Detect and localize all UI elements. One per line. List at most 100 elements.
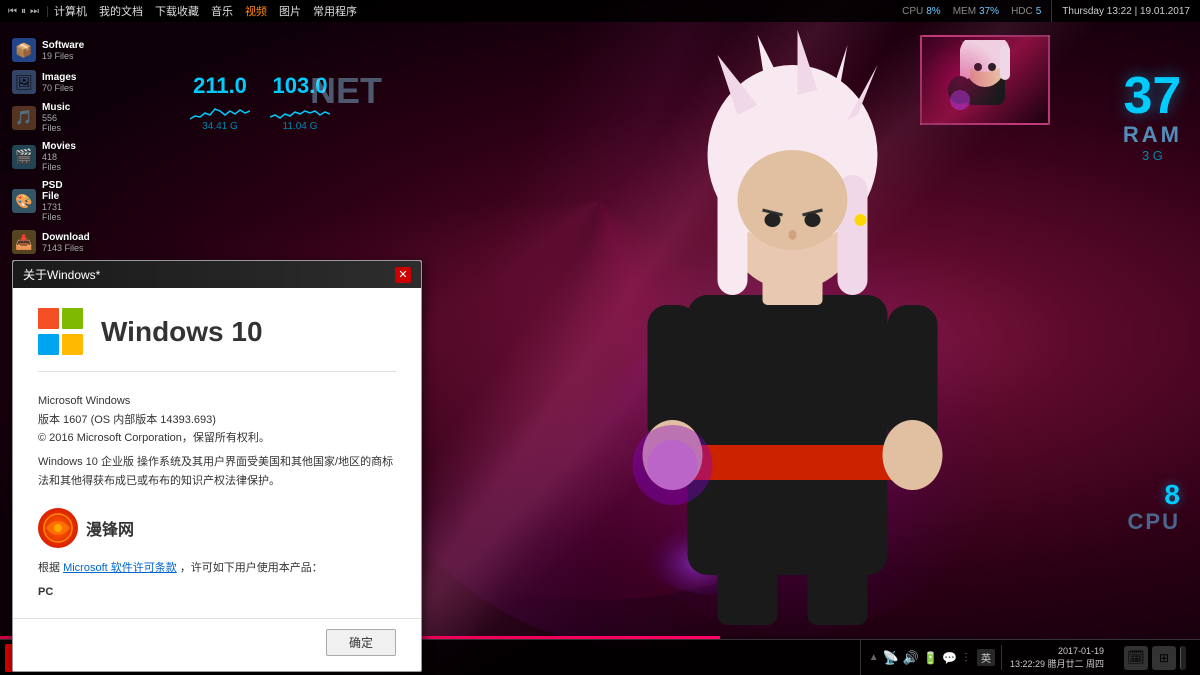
license-link[interactable]: Microsoft 软件许可条款 bbox=[63, 562, 177, 574]
thumbnail-widget bbox=[920, 35, 1050, 125]
top-clock-text: Thursday 13:22 | 19.01.2017 bbox=[1062, 6, 1190, 17]
images-label: Images bbox=[42, 72, 76, 83]
dialog-pc: PC bbox=[38, 586, 396, 598]
menu-common[interactable]: 常用程序 bbox=[307, 3, 363, 19]
cpu-stat-val: 8% bbox=[926, 6, 940, 17]
images-icon: 🖼 bbox=[12, 70, 36, 94]
download-label: Download bbox=[42, 232, 90, 243]
dock-icon-2[interactable]: ⊞ bbox=[1152, 646, 1176, 670]
sidebar-item-images[interactable]: 🖼 Images 70 Files bbox=[8, 67, 78, 97]
images-count: 70 Files bbox=[42, 83, 76, 93]
manfeng-name: 漫锋网 bbox=[86, 516, 134, 540]
tray-upload-icon: ▲ bbox=[869, 652, 879, 663]
music-count: 556 Files bbox=[42, 113, 74, 133]
cpu-number: 8 bbox=[1128, 481, 1180, 509]
movies-icon: 🎬 bbox=[12, 145, 36, 169]
windows-logo bbox=[38, 308, 86, 356]
download-count: 7143 Files bbox=[42, 243, 90, 253]
system-clock[interactable]: 2017-01-19 13:22:29 腊月廿二 周四 bbox=[1001, 645, 1112, 670]
menu-downloads[interactable]: 下载收藏 bbox=[149, 3, 205, 19]
top-clock: Thursday 13:22 | 19.01.2017 bbox=[1051, 0, 1200, 22]
manfeng-logo: 漫锋网 bbox=[38, 508, 396, 548]
cpu-stat: CPU 8% bbox=[902, 6, 941, 17]
mem-stat: MEM 37% bbox=[953, 6, 999, 17]
logo-pane-yellow bbox=[62, 334, 83, 355]
license-suffix: ，许可如下用户使用本产品： bbox=[180, 562, 323, 574]
sidebar-item-psd[interactable]: 🎨 PSD File 1731 Files bbox=[8, 177, 78, 225]
dialog-titlebar: 关于Windows* ✕ bbox=[13, 261, 421, 288]
sidebar-item-music[interactable]: 🎵 Music 556 Files bbox=[8, 99, 78, 136]
tray-chat-icon[interactable]: 💬 bbox=[942, 651, 957, 665]
dialog-title: 关于Windows* bbox=[23, 266, 100, 283]
dialog-close-button[interactable]: ✕ bbox=[395, 267, 411, 283]
software-label: Software bbox=[42, 40, 84, 51]
lang-badge[interactable]: 英 bbox=[977, 649, 995, 666]
hdc-stat: HDC 5 bbox=[1011, 6, 1041, 17]
ram-sub: 3 G bbox=[1123, 148, 1182, 163]
media-prev[interactable]: ⏮ bbox=[8, 6, 17, 17]
mem-stat-label: MEM bbox=[953, 6, 976, 17]
hdc-stat-val: 5 bbox=[1036, 6, 1042, 17]
sidebar-item-download[interactable]: 📥 Download 7143 Files bbox=[8, 227, 78, 257]
net-monitor: 211.0 34.41 G 103.0 11.04 G NET bbox=[190, 75, 330, 132]
music-icon: 🎵 bbox=[12, 106, 36, 130]
logo-pane-red bbox=[38, 308, 59, 329]
dialog-info: Microsoft Windows 版本 1607 (OS 内部版本 14393… bbox=[38, 392, 396, 490]
tray-network-icon[interactable]: 📡 bbox=[883, 650, 899, 666]
logo-pane-green bbox=[62, 308, 83, 329]
dialog-license: 根据 Microsoft 软件许可条款 ，许可如下用户使用本产品： bbox=[38, 560, 396, 578]
menu-video[interactable]: 视频 bbox=[239, 3, 273, 19]
hdc-stat-label: HDC bbox=[1011, 6, 1033, 17]
media-next[interactable]: ⏭ bbox=[30, 6, 39, 17]
menu-mydocs[interactable]: 我的文档 bbox=[93, 3, 149, 19]
net-values: 211.0 34.41 G 103.0 11.04 G NET bbox=[190, 75, 330, 132]
psd-count: 1731 Files bbox=[42, 202, 74, 222]
copyright: © 2016 Microsoft Corporation，保留所有权利。 bbox=[38, 429, 396, 448]
download-icon: 📥 bbox=[12, 230, 36, 254]
taskbar-right: ▲ 📡 🔊 🔋 💬 ⋮ 英 2017-01-19 13:22:29 腊月廿二 周… bbox=[860, 640, 1200, 675]
menu-images[interactable]: 图片 bbox=[273, 3, 307, 19]
software-count: 19 Files bbox=[42, 51, 84, 61]
psd-label: PSD File bbox=[42, 180, 74, 202]
media-pause[interactable]: ⏸ bbox=[21, 6, 26, 17]
sidebar-item-movies[interactable]: 🎬 Movies 418 Files bbox=[8, 138, 78, 175]
ok-button[interactable]: 确定 bbox=[326, 629, 396, 656]
taskbar-top: ⏮ ⏸ ⏭ 计算机 我的文档 下载收藏 音乐 视频 图片 常用程序 CPU 8%… bbox=[0, 0, 1200, 22]
tray-speaker-icon[interactable]: 🔊 bbox=[903, 650, 919, 666]
dialog-header: Windows 10 bbox=[38, 308, 396, 372]
menu-music[interactable]: 音乐 bbox=[205, 3, 239, 19]
dialog-body: Windows 10 Microsoft Windows 版本 1607 (OS… bbox=[13, 288, 421, 618]
sidebar: 📦 Software 19 Files 🖼 Images 70 Files 🎵 … bbox=[8, 35, 78, 291]
cpu-label: CPU bbox=[1128, 509, 1180, 535]
dock-icon-1[interactable]: 🗓 bbox=[1124, 646, 1148, 670]
windows-title: Windows 10 bbox=[101, 316, 263, 348]
product-name: Microsoft Windows bbox=[38, 392, 396, 411]
about-windows-dialog: 关于Windows* ✕ Windows 10 Microsoft Window… bbox=[12, 260, 422, 672]
cpu-stats-area: CPU 8% MEM 37% HDC 5 bbox=[902, 6, 1051, 17]
thumb-energy bbox=[922, 40, 1002, 120]
menu-computer[interactable]: 计算机 bbox=[48, 3, 93, 19]
product-version: 版本 1607 (OS 内部版本 14393.693) bbox=[38, 411, 396, 430]
logo-pane-blue bbox=[38, 334, 59, 355]
media-controls: ⏮ ⏸ ⏭ bbox=[0, 6, 48, 17]
enterprise-note: Windows 10 企业版 操作系统及其用户界面受美国和其他国家/地区的商标法… bbox=[38, 453, 396, 490]
ram-widget: 37 RAM 3 G bbox=[1123, 70, 1182, 163]
net-val1: 211.0 bbox=[193, 75, 247, 97]
thumb-inner bbox=[922, 37, 1048, 123]
ram-label: RAM bbox=[1123, 122, 1182, 148]
show-desktop-button[interactable] bbox=[1180, 646, 1186, 670]
sys-tray: ▲ 📡 🔊 🔋 💬 ⋮ bbox=[869, 650, 971, 666]
net-col-1: 211.0 34.41 G bbox=[190, 75, 250, 132]
desktop: ⏮ ⏸ ⏭ 计算机 我的文档 下载收藏 音乐 视频 图片 常用程序 CPU 8%… bbox=[0, 0, 1200, 675]
cpu-stat-label: CPU bbox=[902, 6, 923, 17]
sidebar-item-software[interactable]: 📦 Software 19 Files bbox=[8, 35, 78, 65]
license-prefix: 根据 bbox=[38, 562, 60, 574]
mem-stat-val: 37% bbox=[979, 6, 999, 17]
clock-date: 2017-01-19 bbox=[1010, 645, 1104, 658]
music-label: Music bbox=[42, 102, 74, 113]
tray-battery-icon[interactable]: 🔋 bbox=[923, 651, 938, 665]
software-icon: 📦 bbox=[12, 38, 36, 62]
dialog-footer: 确定 bbox=[13, 618, 421, 671]
tray-more-icon[interactable]: ⋮ bbox=[961, 652, 971, 663]
movies-count: 418 Files bbox=[42, 152, 76, 172]
